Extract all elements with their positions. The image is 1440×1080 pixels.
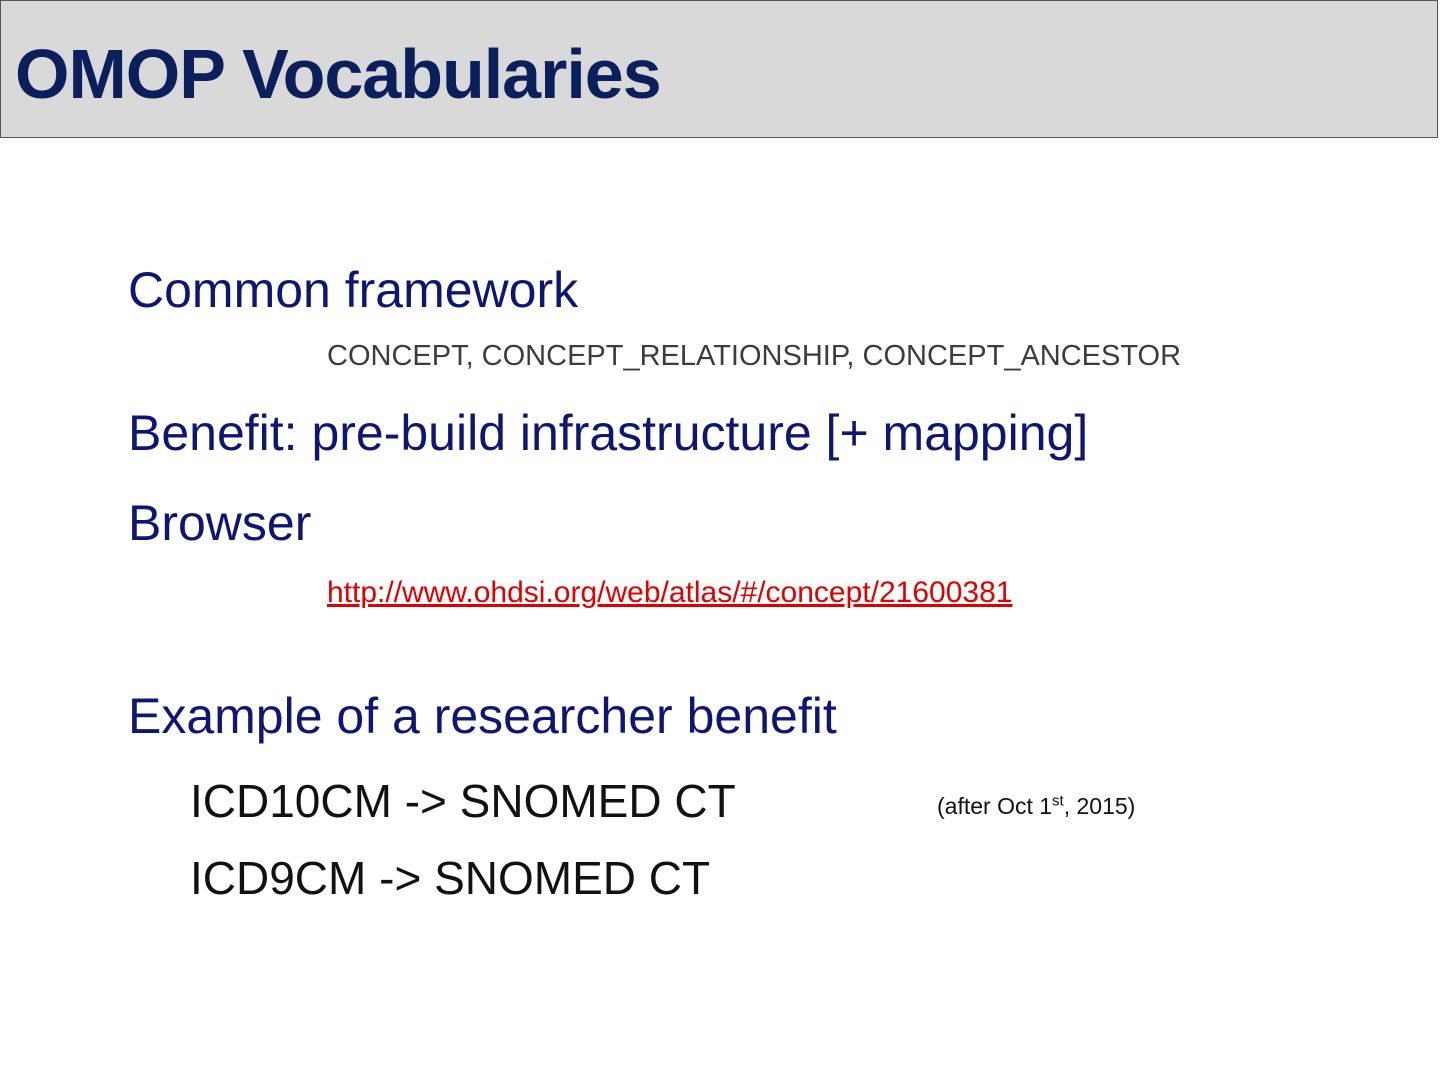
icd9-mapping-text: ICD9CM -> SNOMED CT [190, 852, 711, 904]
benefit-heading: Benefit: pre-build infrastructure [+ map… [128, 405, 1089, 461]
researcher-benefit-heading: Example of a researcher benefit [128, 688, 837, 744]
icd10-note-prefix: (after Oct 1 [937, 793, 1053, 819]
title-bar: OMOP Vocabularies [0, 0, 1438, 138]
icd10-note-suffix: , 2015) [1063, 793, 1136, 819]
icd10-mapping-text: ICD10CM -> SNOMED CT [190, 775, 736, 827]
icd10-date-note: (after Oct 1st, 2015) [937, 792, 1136, 819]
atlas-concept-link[interactable]: http://www.ohdsi.org/web/atlas/#/concept… [327, 578, 1012, 608]
slide-title: OMOP Vocabularies [15, 35, 662, 113]
vocabulary-tables-text: CONCEPT, CONCEPT_RELATIONSHIP, CONCEPT_A… [327, 340, 1182, 372]
browser-heading: Browser [128, 495, 312, 551]
common-framework-heading: Common framework [128, 262, 579, 318]
icd10-note-superscript: st [1052, 792, 1064, 810]
